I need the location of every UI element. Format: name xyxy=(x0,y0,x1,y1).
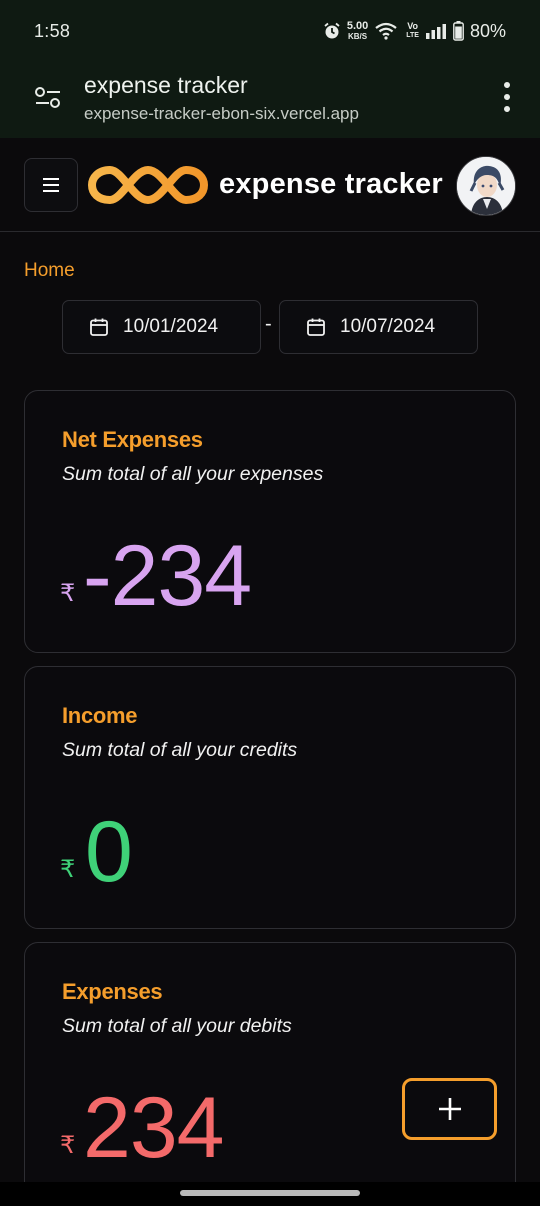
breadcrumb-home[interactable]: Home xyxy=(24,260,75,282)
volte-top: Vo xyxy=(407,21,419,31)
avatar-image xyxy=(457,157,515,215)
income-amount: 0 xyxy=(85,804,133,900)
start-date-value: 10/01/2024 xyxy=(123,316,219,337)
speed-value: 5.00 xyxy=(346,20,369,32)
end-date-picker[interactable]: 10/07/2024 xyxy=(279,300,478,354)
tune-icon[interactable] xyxy=(34,84,62,110)
speed-unit: KB/S xyxy=(347,32,368,41)
home-gesture-handle[interactable] xyxy=(180,1190,360,1196)
net-expenses-card: Net Expenses Sum total of all your expen… xyxy=(24,390,516,653)
battery-icon xyxy=(453,21,464,41)
card-title: Expenses xyxy=(62,979,163,1004)
app-header: expense tracker xyxy=(0,138,540,232)
plus-icon xyxy=(438,1098,461,1120)
brand-name: expense tracker xyxy=(219,168,443,200)
card-subtitle: Sum total of all your credits xyxy=(62,739,298,761)
card-subtitle: Sum total of all your debits xyxy=(62,1015,292,1037)
card-subtitle: Sum total of all your expenses xyxy=(62,463,324,485)
signal-icon xyxy=(425,24,446,39)
add-expense-button[interactable] xyxy=(402,1078,497,1140)
currency-symbol: ₹ xyxy=(60,580,76,607)
kebab-menu-icon[interactable] xyxy=(502,82,512,112)
calendar-icon xyxy=(307,318,325,336)
card-title: Income xyxy=(62,703,138,728)
browser-bar: expense tracker expense-tracker-ebon-six… xyxy=(0,62,540,138)
currency-symbol: ₹ xyxy=(60,1132,76,1159)
currency-symbol: ₹ xyxy=(60,856,76,883)
gesture-nav-bar xyxy=(0,1182,540,1206)
volte-indicator: Vo LTE xyxy=(406,22,419,40)
expenses-amount: 234 xyxy=(83,1080,224,1176)
alarm-icon xyxy=(324,22,340,39)
hamburger-icon xyxy=(43,178,59,180)
avatar[interactable] xyxy=(456,156,516,216)
hamburger-button[interactable] xyxy=(24,158,78,212)
calendar-icon xyxy=(90,318,108,336)
network-speed: 5.00 KB/S xyxy=(346,20,369,42)
browser-page-title[interactable]: expense tracker xyxy=(84,72,248,99)
status-bar: 1:58 5.00 KB/S Vo LTE 80% xyxy=(0,0,540,62)
status-icons: 5.00 KB/S Vo LTE 80% xyxy=(323,21,506,42)
card-title: Net Expenses xyxy=(62,427,203,452)
start-date-picker[interactable]: 10/01/2024 xyxy=(62,300,261,354)
end-date-value: 10/07/2024 xyxy=(340,316,436,337)
status-time: 1:58 xyxy=(34,20,71,41)
date-separator: - xyxy=(265,313,272,335)
wifi-icon xyxy=(375,22,397,40)
browser-url[interactable]: expense-tracker-ebon-six.vercel.app xyxy=(84,104,359,124)
income-card: Income Sum total of all your credits ₹ 0 xyxy=(24,666,516,929)
battery-percent: 80% xyxy=(469,20,506,41)
net-amount: -234 xyxy=(83,528,252,624)
volte-bottom: LTE xyxy=(406,32,419,39)
expenses-card: Expenses Sum total of all your debits ₹ … xyxy=(24,942,516,1206)
brand-logo[interactable] xyxy=(88,160,208,210)
